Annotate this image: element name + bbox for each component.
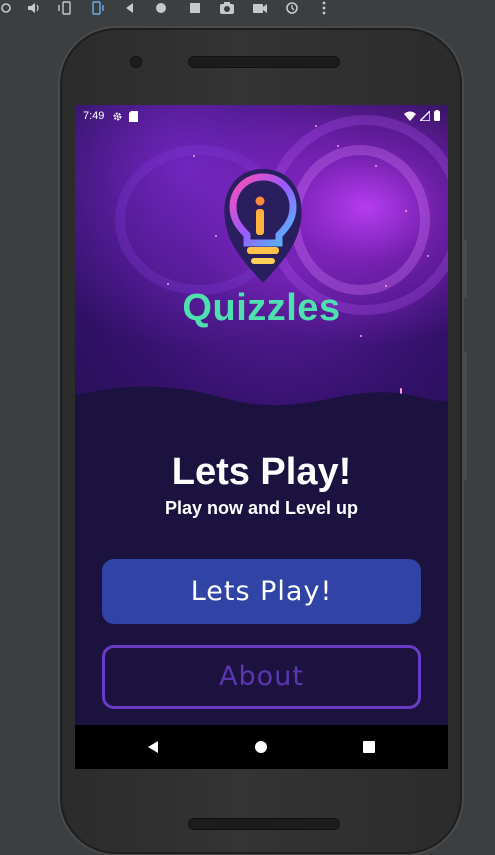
app-screen: 7:49 Quizzles Lets Play! Play now and Le… <box>75 105 448 769</box>
camera-icon[interactable] <box>217 0 237 16</box>
sd-card-icon <box>129 110 139 122</box>
page-subheading: Play now and Level up <box>164 498 359 518</box>
more-icon[interactable] <box>314 0 334 16</box>
rotate-left-icon[interactable] <box>56 0 76 16</box>
power-button[interactable] <box>464 352 467 480</box>
video-icon[interactable] <box>250 0 270 16</box>
emulator-window: 7:49 Quizzles Lets Play! Play now and Le… <box>0 0 495 855</box>
wifi-icon <box>404 111 416 121</box>
wave-divider <box>75 386 448 435</box>
bulb-logo-icon <box>221 163 305 287</box>
app-title: Quizzles <box>182 287 341 329</box>
status-bar: 7:49 <box>75 105 448 127</box>
settings-icon <box>112 111 123 122</box>
volume-button[interactable] <box>464 240 467 298</box>
emulator-toolbar <box>0 0 495 20</box>
back-triangle-icon[interactable] <box>143 737 163 757</box>
overview-icon[interactable] <box>185 0 205 16</box>
recents-square-icon[interactable] <box>359 737 379 757</box>
home-icon[interactable] <box>151 0 171 16</box>
signal-icon <box>420 110 430 121</box>
about-button[interactable]: About <box>102 645 421 709</box>
battery-icon <box>434 110 440 121</box>
status-indicators <box>404 110 440 121</box>
power-icon[interactable] <box>0 0 16 16</box>
bottom-speaker <box>188 818 340 830</box>
front-camera <box>130 56 142 68</box>
status-time: 7:49 <box>83 110 105 122</box>
history-icon[interactable] <box>282 0 302 16</box>
home-circle-icon[interactable] <box>251 737 271 757</box>
top-speaker <box>188 56 340 68</box>
rotate-right-icon[interactable] <box>87 0 107 16</box>
page-heading: Lets Play! <box>171 451 352 493</box>
lets-play-button[interactable]: Lets Play! <box>102 559 421 624</box>
back-icon[interactable] <box>119 0 139 16</box>
volume-icon[interactable] <box>24 0 44 16</box>
navigation-bar <box>75 725 448 769</box>
